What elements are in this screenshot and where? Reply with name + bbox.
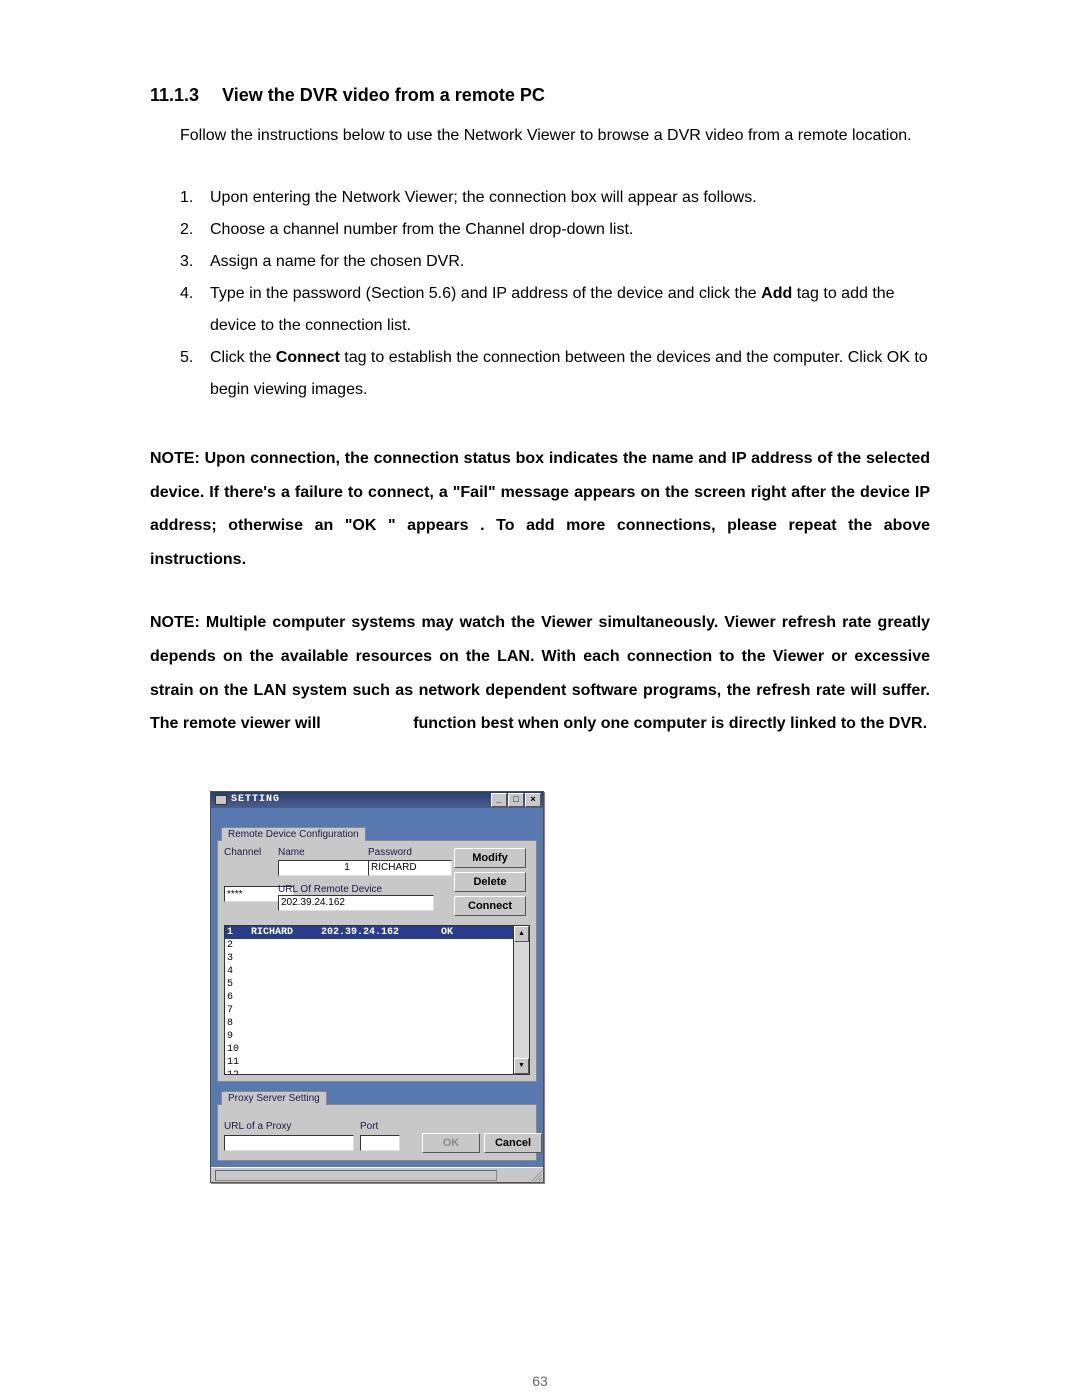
list-item: 2. Choose a channel number from the Chan… <box>180 214 930 246</box>
section-heading: 11.1.3 View the DVR video from a remote … <box>150 85 930 106</box>
list-row[interactable]: 2 <box>225 939 513 952</box>
list-row[interactable]: 6 <box>225 991 513 1004</box>
tab-remote-device-config[interactable]: Remote Device Configuration <box>221 827 366 841</box>
url-proxy-input[interactable] <box>224 1135 354 1151</box>
section-number: 11.1.3 <box>150 85 199 106</box>
scroll-down-icon[interactable]: ▼ <box>514 1058 529 1074</box>
settings-dialog-figure: SETTING _ □ × Remote Device Configuratio… <box>210 791 930 1183</box>
label-port: Port <box>360 1121 416 1132</box>
list-row[interactable]: 5 <box>225 978 513 991</box>
intro-paragraph: Follow the instructions below to use the… <box>180 120 930 152</box>
scroll-up-icon[interactable]: ▲ <box>514 926 529 942</box>
section-title: View the DVR video from a remote PC <box>222 85 545 105</box>
resize-grip-icon[interactable] <box>530 1169 542 1181</box>
list-row[interactable]: 4 <box>225 965 513 978</box>
status-bar <box>211 1167 543 1182</box>
remote-device-panel: Channel Name Password ▼ Modify Delete <box>217 840 537 1082</box>
modify-button[interactable]: Modify <box>454 848 526 868</box>
delete-button[interactable]: Delete <box>454 872 526 892</box>
cancel-button[interactable]: Cancel <box>484 1133 542 1153</box>
list-item: 5. Click the Connect tag to establish th… <box>180 342 930 406</box>
proxy-panel: URL of a Proxy Port OK Cancel <box>217 1104 537 1161</box>
list-row[interactable]: 11 <box>225 1056 513 1069</box>
label-name: Name <box>278 847 368 858</box>
url-device-input[interactable] <box>278 895 434 911</box>
list-row-selected[interactable]: 1 RICHARD 202.39.24.162 OK <box>225 926 513 939</box>
document-page: 11.1.3 View the DVR video from a remote … <box>0 0 1080 1397</box>
label-channel: Channel <box>224 847 278 858</box>
settings-dialog: SETTING _ □ × Remote Device Configuratio… <box>210 791 544 1183</box>
minimize-button[interactable]: _ <box>491 793 507 807</box>
list-row[interactable]: 3 <box>225 952 513 965</box>
window-title: SETTING <box>231 794 280 805</box>
list-item: 1. Upon entering the Network Viewer; the… <box>180 182 930 214</box>
channel-select[interactable]: ▼ <box>278 860 322 876</box>
note-1: NOTE: Upon connection, the connection st… <box>150 442 930 576</box>
note-2: NOTE: Multiple computer systems may watc… <box>150 606 930 740</box>
title-bar: SETTING _ □ × <box>211 792 543 808</box>
close-button[interactable]: × <box>525 793 541 807</box>
list-item: 4. Type in the password (Section 5.6) an… <box>180 278 930 342</box>
list-row[interactable]: 9 <box>225 1030 513 1043</box>
list-row[interactable]: 7 <box>225 1004 513 1017</box>
list-scrollbar[interactable]: ▲ ▼ <box>513 925 530 1075</box>
app-icon <box>215 795 227 805</box>
list-row[interactable]: 10 <box>225 1043 513 1056</box>
connection-list[interactable]: 1 RICHARD 202.39.24.162 OK 2 3 4 5 6 7 <box>224 925 530 1075</box>
port-input[interactable] <box>360 1135 400 1151</box>
maximize-button[interactable]: □ <box>508 793 524 807</box>
label-url-device: URL Of Remote Device <box>278 884 446 895</box>
name-input[interactable] <box>368 860 452 876</box>
instruction-list: 1. Upon entering the Network Viewer; the… <box>180 182 930 406</box>
label-password: Password <box>368 847 446 858</box>
list-item: 3. Assign a name for the chosen DVR. <box>180 246 930 278</box>
tab-proxy-server-setting[interactable]: Proxy Server Setting <box>221 1091 327 1105</box>
list-row[interactable]: 8 <box>225 1017 513 1030</box>
list-row[interactable]: 12 <box>225 1069 513 1075</box>
connect-button[interactable]: Connect <box>454 896 526 916</box>
ok-button[interactable]: OK <box>422 1133 480 1153</box>
page-number: 63 <box>0 1373 1080 1389</box>
label-url-proxy: URL of a Proxy <box>224 1121 354 1132</box>
